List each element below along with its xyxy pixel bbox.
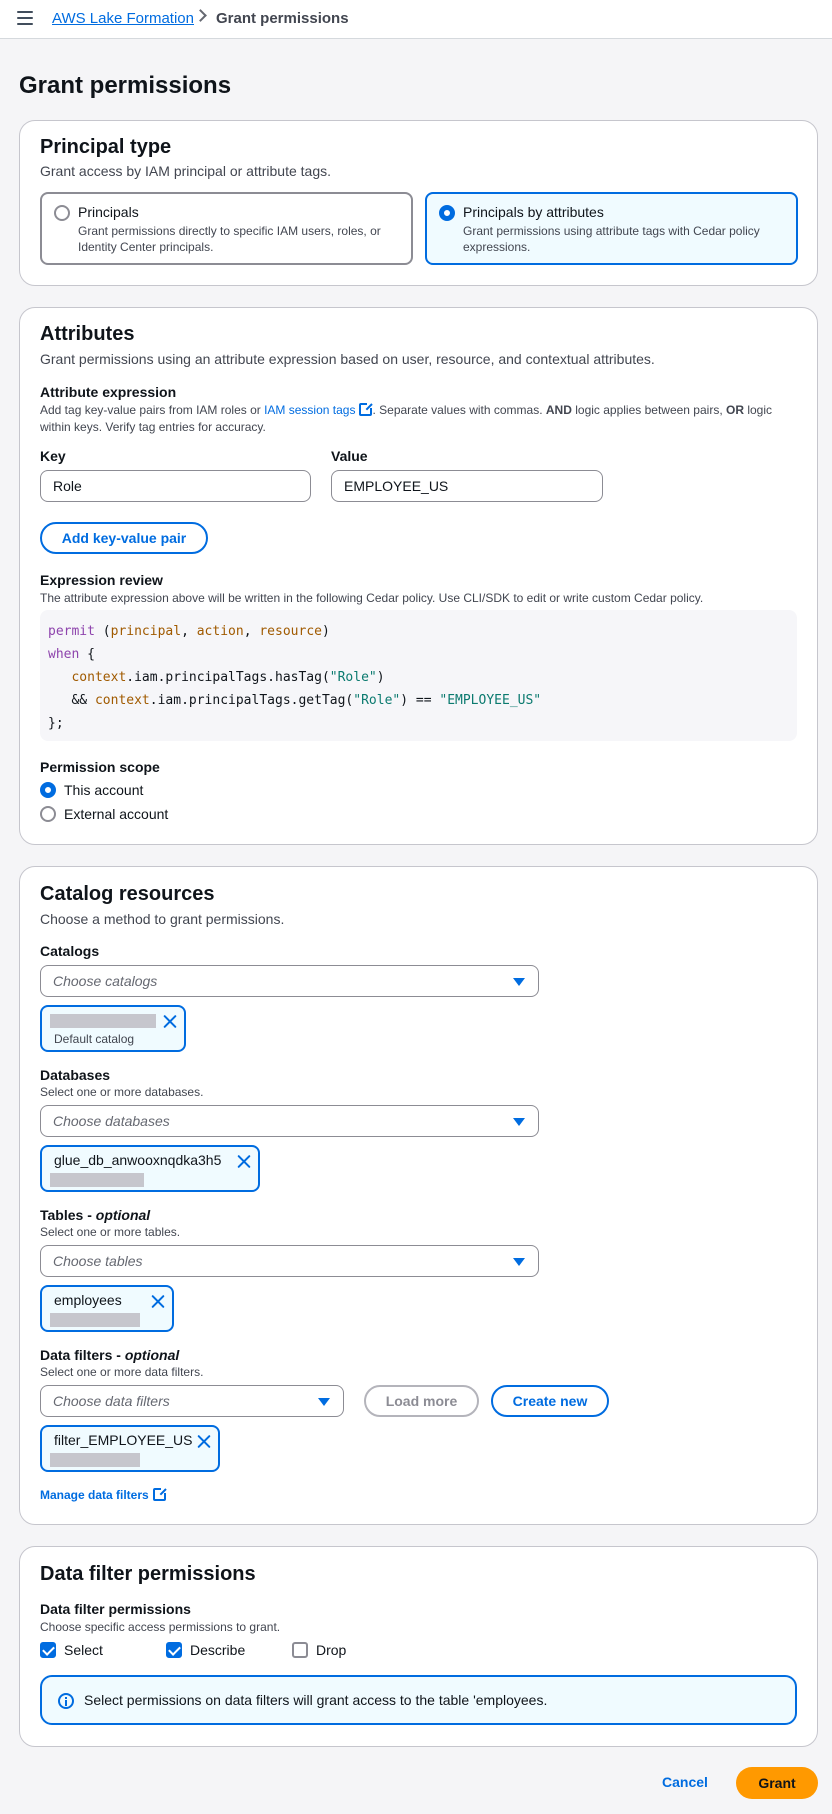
remove-table-icon[interactable] [151,1294,165,1308]
databases-help: Select one or more databases. [40,1085,204,1099]
cedar-policy-code: permit (principal, action, resource) whe… [40,610,797,741]
checkbox-drop[interactable] [292,1642,308,1658]
external-link-icon [359,402,374,416]
external-account-label: External account [64,806,169,822]
catalog-resources-title: Catalog resources [40,883,215,905]
data-filters-select[interactable]: Choose data filters [40,1385,344,1417]
tables-label: Tables - optional [40,1207,151,1223]
catalog-resources-card: Catalog resources Choose a method to gra… [19,866,818,1525]
create-new-button[interactable]: Create new [491,1385,609,1417]
catalogs-label: Catalogs [40,943,100,959]
load-more-button[interactable]: Load more [364,1385,479,1417]
remove-database-icon[interactable] [237,1154,251,1168]
database-token: glue_db_anwooxnqdka3h5 [40,1145,260,1192]
redacted-table-id [50,1313,140,1327]
remove-catalog-icon[interactable] [163,1014,177,1028]
checkbox-describe[interactable] [166,1642,182,1658]
principal-type-title: Principal type [40,136,172,158]
caret-down-icon [513,978,525,986]
attributes-description: Grant permissions using an attribute exp… [40,351,655,367]
data-filters-label: Data filters - optional [40,1347,180,1363]
breadcrumb-root-link[interactable]: AWS Lake Formation [52,10,194,27]
this-account-label: This account [64,782,144,798]
tables-help: Select one or more tables. [40,1225,181,1239]
tile-principals-title: Principals [78,204,139,220]
tile-principals-description: Grant permissions directly to specific I… [78,224,381,254]
data-filters-help: Select one or more data filters. [40,1365,204,1379]
grant-button[interactable]: Grant [736,1767,818,1799]
checkbox-select-label: Select [64,1642,103,1658]
tile-principals[interactable]: Principals Grant permissions directly to… [40,192,413,265]
top-bar: AWS Lake Formation Grant permissions [0,0,832,39]
caret-down-icon [513,1258,525,1266]
catalog-token: Default catalog [40,1005,186,1052]
breadcrumb-current: Grant permissions [216,10,349,27]
attribute-expression-help: Add tag key-value pairs from IAM roles o… [40,402,772,434]
data-filter-permissions-title: Data filter permissions [40,1563,256,1585]
chevron-right-icon [194,9,207,22]
radio-this-account[interactable] [40,782,56,798]
cancel-button[interactable]: Cancel [662,1774,708,1790]
checkbox-describe-label: Describe [190,1642,246,1658]
value-input[interactable]: EMPLOYEE_US [331,470,603,502]
manage-data-filters-link[interactable]: Manage data filters [40,1487,167,1502]
iam-session-tags-link[interactable]: IAM session tags [264,403,355,417]
catalog-token-sub: Default catalog [54,1032,135,1046]
data-filter-permissions-help: Choose specific access permissions to gr… [40,1620,281,1634]
attribute-expression-label: Attribute expression [40,384,177,400]
value-label: Value [331,448,368,464]
principal-type-card: Principal type Grant access by IAM princ… [19,120,818,286]
attributes-title: Attributes [40,323,135,345]
remove-data-filter-icon[interactable] [197,1434,211,1448]
external-link-icon [152,1487,167,1501]
radio-principals[interactable] [54,205,70,221]
expression-review-help: The attribute expression above will be w… [40,591,704,605]
data-filter-token: filter_EMPLOYEE_US [40,1425,220,1472]
expression-review-label: Expression review [40,572,163,588]
tile-principals-by-attributes-title: Principals by attributes [463,204,604,220]
info-alert-text: Select permissions on data filters will … [84,1692,548,1708]
table-token: employees [40,1285,174,1332]
info-icon [58,1693,74,1709]
caret-down-icon [513,1118,525,1126]
tables-select[interactable]: Choose tables [40,1245,539,1277]
key-label: Key [40,448,66,464]
add-key-value-pair-button[interactable]: Add key-value pair [40,522,208,554]
page-title: Grant permissions [19,72,232,99]
permission-scope-label: Permission scope [40,759,160,775]
principal-type-description: Grant access by IAM principal or attribu… [40,163,332,179]
checkbox-select[interactable] [40,1642,56,1658]
table-token-label: employees [54,1292,122,1308]
menu-icon[interactable] [17,11,33,25]
checkbox-drop-label: Drop [316,1642,347,1658]
radio-external-account[interactable] [40,806,56,822]
database-token-label: glue_db_anwooxnqdka3h5 [54,1152,222,1168]
caret-down-icon [318,1398,330,1406]
databases-label: Databases [40,1067,111,1083]
radio-principals-by-attributes[interactable] [439,205,455,221]
databases-select[interactable]: Choose databases [40,1105,539,1137]
tile-principals-by-attributes[interactable]: Principals by attributes Grant permissio… [425,192,798,265]
redacted-catalog-id [50,1014,156,1028]
tile-principals-by-attributes-description: Grant permissions using attribute tags w… [463,224,760,254]
attributes-card: Attributes Grant permissions using an at… [19,307,818,845]
redacted-database-id [50,1173,144,1187]
info-alert: Select permissions on data filters will … [40,1675,797,1725]
redacted-data-filter-id [50,1453,140,1467]
catalogs-select[interactable]: Choose catalogs [40,965,539,997]
data-filter-permissions-label: Data filter permissions [40,1601,191,1617]
catalog-resources-description: Choose a method to grant permissions. [40,911,285,927]
data-filter-permissions-card: Data filter permissions Data filter perm… [19,1546,818,1747]
data-filter-token-label: filter_EMPLOYEE_US [54,1432,193,1448]
key-input[interactable]: Role [40,470,311,502]
